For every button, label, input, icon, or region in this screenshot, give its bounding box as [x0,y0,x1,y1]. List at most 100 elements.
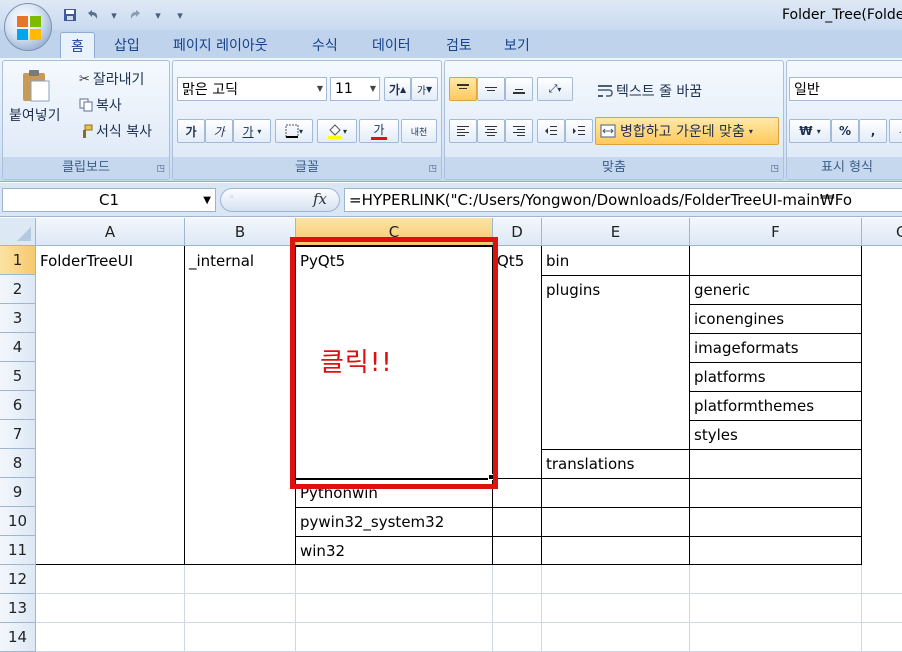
font-group: 맑은 고딕 ▼ 11 ▼ 가 ▲ 가 ▼ 가 가 가 ▾ ▾ ▾ 가 내천 글꼴 ◳ [172,60,442,180]
cell-e1[interactable]: bin [542,247,689,276]
align-middle-button[interactable] [477,77,505,101]
currency-button[interactable]: ₩ ▾ [789,119,831,143]
insert-function-icon[interactable]: fx [313,190,327,208]
shrink-font-button[interactable]: 가 ▼ [411,77,438,101]
undo-icon[interactable] [84,7,100,23]
font-color-button[interactable]: 가 [359,119,399,143]
cell-c10[interactable]: pywin32_system32 [296,508,492,537]
column-header-e[interactable]: E [542,218,690,246]
ribbon-tabs: 홈 삽입 페이지 레이아웃 수식 데이터 검토 보기 [0,30,902,59]
font-name-select[interactable]: 맑은 고딕 ▼ [177,77,327,101]
tab-review[interactable]: 검토 [446,35,472,55]
row-header-9[interactable]: 9 [0,478,36,507]
tab-view[interactable]: 보기 [504,35,530,55]
row-header-3[interactable]: 3 [0,304,36,333]
customize-qat-icon[interactable]: ▾ [172,7,188,23]
name-box[interactable]: C1 ▼ [2,188,216,212]
cell-b1[interactable]: _internal [185,247,295,276]
phonetic-button[interactable]: 내천 [401,119,437,143]
tab-data[interactable]: 데이터 [372,35,411,55]
orientation-button[interactable]: ⤢ ▾ [537,77,573,101]
increase-decimal-button[interactable]: .0 [889,119,902,143]
cell-f5[interactable]: platforms [690,363,861,392]
cell-f2[interactable]: generic [690,276,861,305]
bold-button[interactable]: 가 [177,119,205,143]
format-painter-button[interactable]: 서식 복사 [79,121,152,141]
percent-button[interactable]: % [831,119,859,143]
align-left-button[interactable] [449,119,477,143]
increase-indent-icon [573,126,585,135]
cell-d1[interactable]: Qt5 [493,247,541,276]
clipboard-launcher-icon[interactable]: ◳ [156,164,165,174]
redo-icon[interactable] [128,7,144,23]
grow-font-button[interactable]: 가 ▲ [384,77,411,101]
cell-f7[interactable]: styles [690,421,861,450]
row-header-7[interactable]: 7 [0,420,36,449]
cell-a1[interactable]: FolderTreeUI [36,247,184,276]
resize-grip-icon[interactable]: ◦ [229,193,234,203]
align-right-button[interactable] [505,119,533,143]
spreadsheet-grid[interactable]: A B C D E F G 1 2 3 4 5 6 7 8 9 10 11 12… [0,218,902,652]
tab-page-layout[interactable]: 페이지 레이아웃 [173,35,268,55]
cell-f6[interactable]: platformthemes [690,392,861,421]
comma-label: , [870,124,876,138]
paste-icon [22,70,50,102]
paste-button[interactable]: 붙여넣기 [9,69,61,125]
row-header-6[interactable]: 6 [0,391,36,420]
alignment-launcher-icon[interactable]: ◳ [770,164,779,174]
fill-color-button[interactable]: ▾ [317,119,357,143]
row-header-11[interactable]: 11 [0,536,36,565]
row-header-5[interactable]: 5 [0,362,36,391]
cell-f4[interactable]: imageformats [690,334,861,363]
row-header-14[interactable]: 14 [0,623,36,652]
column-header-d[interactable]: D [493,218,542,246]
align-center-button[interactable] [477,119,505,143]
cell-c11[interactable]: win32 [296,537,492,566]
number-format-select[interactable]: 일반 [789,77,902,101]
undo-dropdown-icon[interactable]: ▾ [106,7,122,23]
tab-home[interactable]: 홈 [60,32,95,59]
select-all-button[interactable] [0,218,36,246]
align-center-icon [485,126,497,136]
font-launcher-icon[interactable]: ◳ [428,164,437,174]
formula-input[interactable]: =HYPERLINK("C:/Users/Yongwon/Downloads/F… [344,188,902,212]
save-icon[interactable] [62,7,78,23]
cell-e8[interactable]: translations [542,450,689,479]
increase-indent-button[interactable] [565,119,593,143]
italic-button[interactable]: 가 [205,119,233,143]
row-header-10[interactable]: 10 [0,507,36,536]
redo-dropdown-icon[interactable]: ▾ [150,7,166,23]
column-header-b[interactable]: B [185,218,296,246]
font-size-select[interactable]: 11 ▼ [330,77,380,101]
row-header-2[interactable]: 2 [0,275,36,304]
office-logo-icon [17,16,41,40]
borders-button[interactable]: ▾ [275,119,313,143]
row-header-4[interactable]: 4 [0,333,36,362]
copy-button[interactable]: 복사 [79,95,122,115]
font-size-value: 11 [335,81,353,97]
wrap-text-button[interactable]: 텍스트 줄 바꿈 [597,81,702,101]
column-header-a[interactable]: A [36,218,185,246]
column-header-f[interactable]: F [690,218,862,246]
ribbon: 붙여넣기 ✂ 잘라내기 복사 서식 복사 클립보드 ◳ 맑은 고딕 ▼ 11 ▼… [0,58,902,182]
column-header-g[interactable]: G [862,218,902,246]
row-header-8[interactable]: 8 [0,449,36,478]
cell-f3[interactable]: iconengines [690,305,861,334]
tab-insert[interactable]: 삽입 [114,35,140,55]
percent-label: % [838,124,852,138]
office-button[interactable] [4,3,52,51]
row-header-12[interactable]: 12 [0,565,36,594]
row-header-13[interactable]: 13 [0,594,36,623]
comma-button[interactable]: , [859,119,887,143]
underline-button[interactable]: 가 ▾ [233,119,271,143]
decrease-indent-button[interactable] [537,119,565,143]
cut-button[interactable]: ✂ 잘라내기 [79,69,144,89]
cell-e2[interactable]: plugins [542,276,689,305]
merge-center-button[interactable]: 병합하고 가운데 맞춤 ▾ [595,117,779,145]
row-header-1[interactable]: 1 [0,246,36,275]
chevron-down-icon[interactable]: ▼ [203,190,211,212]
align-bottom-button[interactable] [505,77,533,101]
tab-formulas[interactable]: 수식 [312,35,338,55]
align-top-button[interactable] [449,77,477,101]
font-color-label: 가 [373,122,385,137]
